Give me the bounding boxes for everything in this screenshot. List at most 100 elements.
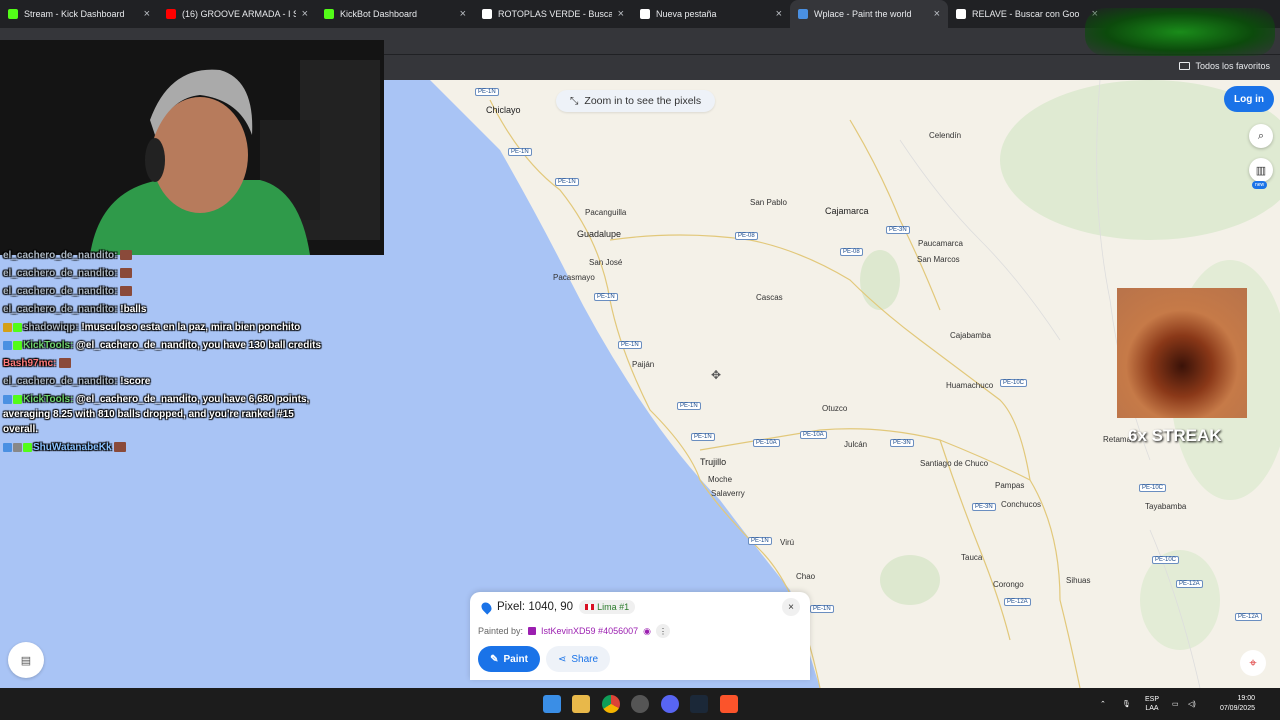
tab-title: Stream - Kick Dashboard <box>24 9 125 19</box>
brave-icon[interactable] <box>720 695 738 713</box>
chat-message: KickTools: @el_cachero_de_nandito, you h… <box>3 392 323 437</box>
zoom-icon: ⤡ <box>570 94 579 107</box>
road-shield: PE-10A <box>753 439 780 447</box>
zoom-hint-text: Zoom in to see the pixels <box>584 95 702 107</box>
obs-icon[interactable] <box>631 695 649 713</box>
clock-date: 07/09/2025 <box>1219 705 1255 712</box>
share-button[interactable]: ⋖ Share <box>546 646 610 672</box>
browser-tab[interactable]: (16) GROOVE ARMADA - I S × <box>158 0 316 28</box>
place-label: Huamachuco <box>946 381 994 390</box>
chat-badge-icon <box>13 340 22 350</box>
tab-title: ROTOPLAS VERDE - Buscar con <box>498 9 612 19</box>
peru-flag-icon <box>585 604 595 610</box>
file-explorer-icon[interactable] <box>572 695 590 713</box>
road-shield: PE-08 <box>735 232 758 240</box>
locate-icon[interactable]: ⌖ <box>1240 650 1266 676</box>
zoom-hint: ⤡ Zoom in to see the pixels <box>556 90 716 112</box>
laughing-face-image <box>1117 288 1247 418</box>
move-cursor-icon: ✥ <box>711 368 722 382</box>
road-shield: PE-1N <box>618 341 642 349</box>
browser-tab[interactable]: Stream - Kick Dashboard × <box>0 0 158 28</box>
place-label: Santiago de Chuco <box>920 459 989 468</box>
browser-tab[interactable]: Wplace - Paint the world × <box>790 0 948 28</box>
tab-title: RELAVE - Buscar con Goo <box>972 9 1080 19</box>
map-pin-icon <box>479 599 494 615</box>
close-icon[interactable]: × <box>460 8 466 20</box>
painter-name[interactable]: IstKevinXD59 #4056007 <box>541 626 638 636</box>
region-badge[interactable]: Lima #1 <box>579 600 636 614</box>
lang-bottom: LAA <box>1145 705 1159 712</box>
lang-top: ESP <box>1144 696 1159 703</box>
network-icon[interactable]: ▭ <box>1172 688 1179 720</box>
chrome-icon[interactable] <box>602 695 620 713</box>
login-button[interactable]: Log in <box>1224 86 1274 112</box>
place-label: Julcán <box>844 440 868 449</box>
more-options-icon[interactable]: ⋮ <box>655 624 670 638</box>
kick-icon <box>8 9 18 19</box>
chevron-up-icon[interactable]: ⌃ <box>1100 688 1106 720</box>
place-label: Virú <box>780 538 795 547</box>
chat-username: ShuWatanabeKk <box>33 442 112 453</box>
tab-title: (16) GROOVE ARMADA - I S <box>182 9 296 19</box>
chat-username: el_cachero_de_nandito: <box>3 304 118 315</box>
painted-by-row: Painted by: IstKevinXD59 #4056007 ◉ ⋮ <box>478 624 670 638</box>
chat-text: !score <box>120 376 151 387</box>
search-icon[interactable]: ⌕ <box>1249 124 1273 148</box>
discord-icon[interactable] <box>661 695 679 713</box>
browser-tab[interactable]: ROTOPLAS VERDE - Buscar con × <box>474 0 632 28</box>
green-overlay-blob <box>1085 8 1275 56</box>
road-shield: PE-12A <box>1235 613 1262 621</box>
road-shield: PE-1N <box>691 433 715 441</box>
chat-message: el_cachero_de_nandito: !score <box>3 374 323 389</box>
chat-badge-icon <box>3 394 12 404</box>
close-icon[interactable]: × <box>934 8 940 20</box>
place-label: Tauca <box>961 553 983 562</box>
webcam-overlay <box>0 40 384 255</box>
chat-badge-icon <box>3 322 12 332</box>
windows-start-icon[interactable] <box>543 695 561 713</box>
new-badge: new <box>1252 181 1268 189</box>
paint-button[interactable]: ✎ Paint <box>478 646 540 672</box>
road-shield: PE-08 <box>840 248 863 256</box>
share-icon: ⋖ <box>557 653 567 665</box>
place-label: Salaverry <box>711 489 745 498</box>
browser-tab[interactable]: Nueva pestaña × <box>632 0 790 28</box>
clock[interactable]: 19:00 07/09/2025 <box>1205 688 1255 720</box>
road-shield: PE-10A <box>800 431 827 439</box>
close-icon[interactable]: × <box>782 598 800 616</box>
close-icon[interactable]: × <box>776 8 782 20</box>
browser-tab[interactable]: RELAVE - Buscar con Goo× <box>948 0 1106 28</box>
place-label: Tayabamba <box>1145 502 1187 511</box>
place-label: Guadalupe <box>577 229 622 239</box>
map-layers-button[interactable]: ▤ <box>8 642 44 678</box>
steam-icon[interactable] <box>690 695 708 713</box>
chat-emote-icon <box>114 442 127 453</box>
all-bookmarks-button[interactable]: Todos los favoritos <box>1179 61 1270 71</box>
road-shield: PE-1N <box>475 88 499 96</box>
place-label: Otuzco <box>822 404 848 413</box>
leaderboard-icon[interactable]: ▥ <box>1249 158 1273 182</box>
place-label: Conchucos <box>1001 500 1042 509</box>
road-shield: PE-12A <box>1004 598 1031 606</box>
place-label: Corongo <box>993 580 1024 589</box>
chat-username: el_cachero_de_nandito: <box>3 286 118 297</box>
microphone-icon[interactable]: 🎙 <box>1122 688 1131 720</box>
close-icon[interactable]: × <box>302 8 308 20</box>
place-label: Cajabamba <box>950 331 991 340</box>
place-label: San José <box>589 258 623 267</box>
chat-badge-icon <box>3 340 12 350</box>
close-icon[interactable]: × <box>144 8 150 20</box>
road-shield: PE-10C <box>1139 484 1167 492</box>
chat-message: shadowiqp: !musculoso esta en la paz, mi… <box>3 320 323 335</box>
pencil-icon: ✎ <box>490 653 499 665</box>
browser-tab[interactable]: KickBot Dashboard × <box>316 0 474 28</box>
road-shield: PE-10C <box>1000 379 1028 387</box>
chat-username: shadowiqp: <box>23 322 79 333</box>
stream-chat: el_cachero_de_nandito: el_cachero_de_nan… <box>3 248 323 458</box>
close-icon[interactable]: × <box>618 8 624 20</box>
volume-icon[interactable]: ◁) <box>1188 688 1196 720</box>
language-indicator[interactable]: ESP LAA <box>1140 688 1164 720</box>
webcam-feed <box>0 40 384 255</box>
place-label: Cascas <box>756 293 783 302</box>
pixel-info-card: Pixel: 1040, 90 Lima #1 × Painted by: Is… <box>470 592 810 680</box>
